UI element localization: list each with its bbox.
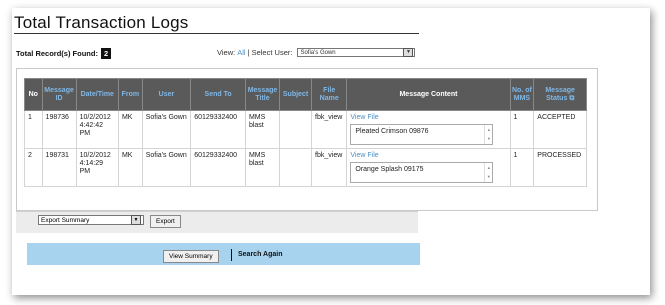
view-file-link[interactable]: View File xyxy=(350,114,506,122)
message-content-textarea[interactable]: Pleated Crimson 09876 ▲ ▼ xyxy=(350,124,494,145)
header-message-content: Message Content xyxy=(346,78,511,111)
transaction-table: No Message ID Date/Time From User Send T… xyxy=(24,78,587,187)
cell-from: MK xyxy=(117,148,143,187)
cell-user: Sofia's Gown xyxy=(141,110,192,149)
textarea-scrollbar[interactable]: ▲ ▼ xyxy=(484,163,492,182)
header-message-id[interactable]: Message ID xyxy=(41,78,77,111)
cell-from: MK xyxy=(117,110,143,149)
cell-subject xyxy=(279,110,313,149)
scroll-down-icon[interactable]: ▼ xyxy=(487,136,491,141)
cell-message-title: MMS blast xyxy=(244,110,281,149)
cell-mms: 1 xyxy=(509,148,535,187)
header-user[interactable]: User xyxy=(141,78,192,111)
message-content-text: Pleated Crimson 09876 xyxy=(355,128,429,135)
header-no-of-mms[interactable]: No. of MMS xyxy=(509,78,535,111)
cell-datetime: 10/2/2012 4:42:42 PM xyxy=(75,110,119,149)
cell-message-content: View File Pleated Crimson 09876 ▲ ▼ xyxy=(346,110,511,149)
header-datetime[interactable]: Date/Time xyxy=(75,78,119,111)
chevron-down-icon[interactable]: ▼ xyxy=(131,215,141,225)
records-label: Total Record(s) Found: xyxy=(16,49,98,58)
cell-status: PROCESSED xyxy=(533,148,587,187)
chevron-down-icon[interactable]: ▼ xyxy=(403,48,414,57)
header-file-name[interactable]: File Name xyxy=(311,78,348,111)
cell-file-name: fbk_view xyxy=(311,110,348,149)
table-row: 1 198736 10/2/2012 4:42:42 PM MK Sofia's… xyxy=(24,110,587,149)
message-content-text: Orange Splash 09175 xyxy=(355,166,424,173)
cell-message-content: View File Orange Splash 09175 ▲ ▼ xyxy=(346,148,511,187)
view-file-link[interactable]: View File xyxy=(350,152,506,160)
records-count-badge: 2 xyxy=(100,48,112,59)
textarea-scrollbar[interactable]: ▲ ▼ xyxy=(484,125,492,144)
bottom-action-bar: View Summary Search Again xyxy=(27,243,420,265)
cell-no: 2 xyxy=(24,148,43,187)
title-divider xyxy=(14,33,419,34)
cell-mms: 1 xyxy=(509,110,535,149)
header-message-status[interactable]: Message Status ⧉ xyxy=(533,78,587,111)
select-user-dropdown[interactable]: Sofia's Gown ▼ xyxy=(297,48,416,57)
export-button[interactable]: Export xyxy=(150,215,181,228)
scroll-up-icon[interactable]: ▲ xyxy=(487,127,491,132)
cell-status: ACCEPTED xyxy=(533,110,587,149)
separator xyxy=(231,249,232,261)
cell-send-to: 60129332400 xyxy=(190,110,246,149)
search-again-link[interactable]: Search Again xyxy=(238,251,282,258)
view-summary-button[interactable]: View Summary xyxy=(163,250,219,263)
table-panel: No Message ID Date/Time From User Send T… xyxy=(16,68,598,211)
view-label: View: xyxy=(217,48,236,57)
selected-user-value: Sofia's Gown xyxy=(300,49,336,56)
scroll-down-icon[interactable]: ▼ xyxy=(487,174,491,179)
view-filter: View: All | Select User: Sofia's Gown ▼ xyxy=(217,48,416,57)
header-send-to[interactable]: Send To xyxy=(190,78,246,111)
table-header-row: No Message ID Date/Time From User Send T… xyxy=(24,78,587,111)
cell-file-name: fbk_view xyxy=(311,148,348,187)
records-found: Total Record(s) Found: 2 xyxy=(16,48,112,59)
cell-message-id: 198736 xyxy=(41,110,77,149)
cell-subject xyxy=(279,148,313,187)
export-dropdown[interactable]: Export Summary ▼ xyxy=(38,215,144,225)
cell-user: Sofia's Gown xyxy=(141,148,192,187)
cell-message-title: MMS blast xyxy=(244,148,281,187)
cell-message-id: 198731 xyxy=(41,148,77,187)
select-user-label: | Select User: xyxy=(247,48,293,57)
cell-send-to: 60129332400 xyxy=(190,148,246,187)
table-row: 2 198731 10/2/2012 4:14:29 PM MK Sofia's… xyxy=(24,148,587,187)
header-no: No xyxy=(24,78,43,111)
export-bar: Export Summary ▼ Export xyxy=(16,211,418,233)
page-title: Total Transaction Logs xyxy=(14,13,189,32)
cell-datetime: 10/2/2012 4:14:29 PM xyxy=(75,148,119,187)
scroll-up-icon[interactable]: ▲ xyxy=(487,165,491,170)
export-selected-value: Export Summary xyxy=(41,216,90,224)
header-from[interactable]: From xyxy=(117,78,143,111)
header-subject[interactable]: Subject xyxy=(279,78,313,111)
external-link-icon: ⧉ xyxy=(569,94,575,102)
message-content-textarea[interactable]: Orange Splash 09175 ▲ ▼ xyxy=(350,162,494,183)
header-message-title[interactable]: Message Title xyxy=(244,78,281,111)
cell-no: 1 xyxy=(24,110,43,149)
view-all-link[interactable]: All xyxy=(237,48,245,57)
